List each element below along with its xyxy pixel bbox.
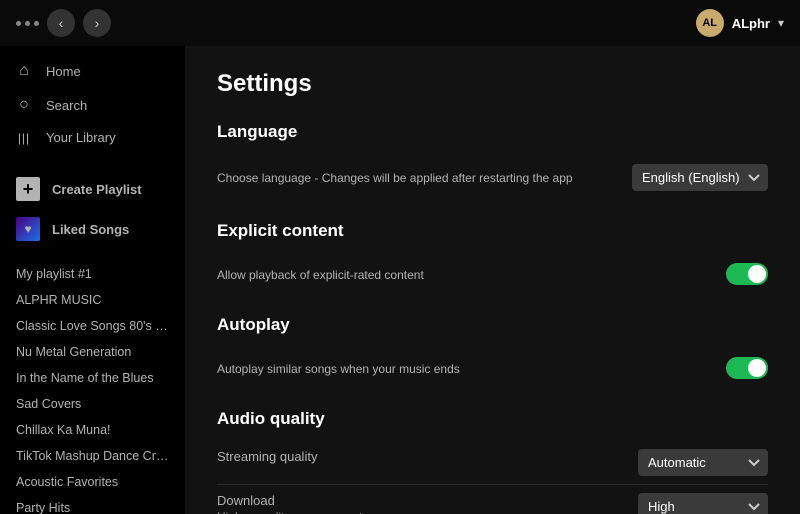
sidebar: ⌂ Home ○ Search ||| Your Library + Creat… [0, 46, 185, 514]
language-text: Choose language - Changes will be applie… [217, 168, 632, 187]
language-select[interactable]: English (English) [632, 164, 768, 191]
topbar-right: AL ALphr ▾ [696, 9, 784, 37]
dot2 [25, 21, 30, 26]
sidebar-item-home[interactable]: ⌂ Home [0, 54, 185, 88]
language-desc: Choose language - Changes will be applie… [217, 170, 608, 187]
list-item[interactable]: In the Name of the Blues [0, 365, 185, 391]
sidebar-item-library[interactable]: ||| Your Library [0, 122, 185, 153]
autoplay-text: Autoplay similar songs when your music e… [217, 359, 726, 378]
language-header: Language [217, 122, 768, 142]
explicit-desc: Allow playback of explicit-rated content [217, 267, 702, 284]
topbar-left: ‹ › [16, 9, 111, 37]
nav-back-button[interactable]: ‹ [47, 9, 75, 37]
autoplay-toggle[interactable] [726, 357, 768, 379]
topbar: ‹ › AL ALphr ▾ [0, 0, 800, 46]
list-item[interactable]: Sad Covers [0, 391, 185, 417]
create-playlist-label: Create Playlist [52, 182, 142, 197]
audio-quality-header: Audio quality [217, 409, 768, 429]
streaming-quality-label: Streaming quality [217, 449, 614, 464]
playlist-list: My playlist #1 ALPHR MUSIC Classic Love … [0, 257, 185, 514]
download-quality-select[interactable]: High [638, 493, 768, 514]
nav-forward-button[interactable]: › [83, 9, 111, 37]
liked-songs-label: Liked Songs [52, 222, 129, 237]
autoplay-header: Autoplay [217, 315, 768, 335]
sidebar-liked-songs[interactable]: ♥ Liked Songs [0, 209, 185, 249]
explicit-section: Explicit content Allow playback of expli… [217, 221, 768, 295]
streaming-quality-select[interactable]: Automatic [638, 449, 768, 476]
avatar: AL [696, 9, 724, 37]
list-item[interactable]: Party Hits [0, 495, 185, 514]
download-quality-label: Download [217, 493, 614, 508]
settings-content: Settings Language Choose language - Chan… [185, 46, 800, 514]
user-dropdown-arrow[interactable]: ▾ [778, 16, 784, 30]
liked-songs-icon: ♥ [16, 217, 40, 241]
sidebar-item-search-label: Search [46, 98, 87, 113]
sidebar-nav: ⌂ Home ○ Search ||| Your Library [0, 46, 185, 161]
language-row: Choose language - Changes will be applie… [217, 154, 768, 201]
sidebar-item-library-label: Your Library [46, 130, 116, 145]
list-item[interactable]: ALPHR MUSIC [0, 287, 185, 313]
home-icon: ⌂ [16, 62, 32, 80]
download-quality-text: Download Higher quality uses more storag… [217, 493, 638, 514]
sidebar-create-playlist[interactable]: + Create Playlist [0, 169, 185, 209]
list-item[interactable]: Classic Love Songs 80's 90's [0, 313, 185, 339]
sidebar-item-home-label: Home [46, 64, 81, 79]
page-title: Settings [217, 70, 768, 98]
list-item[interactable]: TikTok Mashup Dance Craze... [0, 443, 185, 469]
download-quality-row: Download Higher quality uses more storag… [217, 485, 768, 514]
streaming-quality-row: Streaming quality Automatic [217, 441, 768, 485]
download-quality-desc: Higher quality uses more storage. [217, 510, 614, 514]
dot3 [34, 21, 39, 26]
language-section: Language Choose language - Changes will … [217, 122, 768, 201]
main-layout: ⌂ Home ○ Search ||| Your Library + Creat… [0, 46, 800, 514]
username-label: ALphr [732, 16, 770, 31]
streaming-quality-text: Streaming quality [217, 449, 638, 464]
list-item[interactable]: Nu Metal Generation [0, 339, 185, 365]
autoplay-row: Autoplay similar songs when your music e… [217, 347, 768, 389]
autoplay-desc: Autoplay similar songs when your music e… [217, 361, 702, 378]
sidebar-item-search[interactable]: ○ Search [0, 88, 185, 122]
explicit-toggle[interactable] [726, 263, 768, 285]
explicit-text: Allow playback of explicit-rated content [217, 265, 726, 284]
search-icon: ○ [16, 96, 32, 114]
list-item[interactable]: Acoustic Favorites [0, 469, 185, 495]
create-playlist-icon: + [16, 177, 40, 201]
dot1 [16, 21, 21, 26]
list-item[interactable]: Chillax Ka Muna! [0, 417, 185, 443]
list-item[interactable]: My playlist #1 [0, 261, 185, 287]
audio-quality-section: Audio quality Streaming quality Automati… [217, 409, 768, 514]
explicit-row: Allow playback of explicit-rated content [217, 253, 768, 295]
window-dots [16, 21, 39, 26]
explicit-header: Explicit content [217, 221, 768, 241]
library-icon: ||| [16, 131, 32, 145]
autoplay-section: Autoplay Autoplay similar songs when you… [217, 315, 768, 389]
